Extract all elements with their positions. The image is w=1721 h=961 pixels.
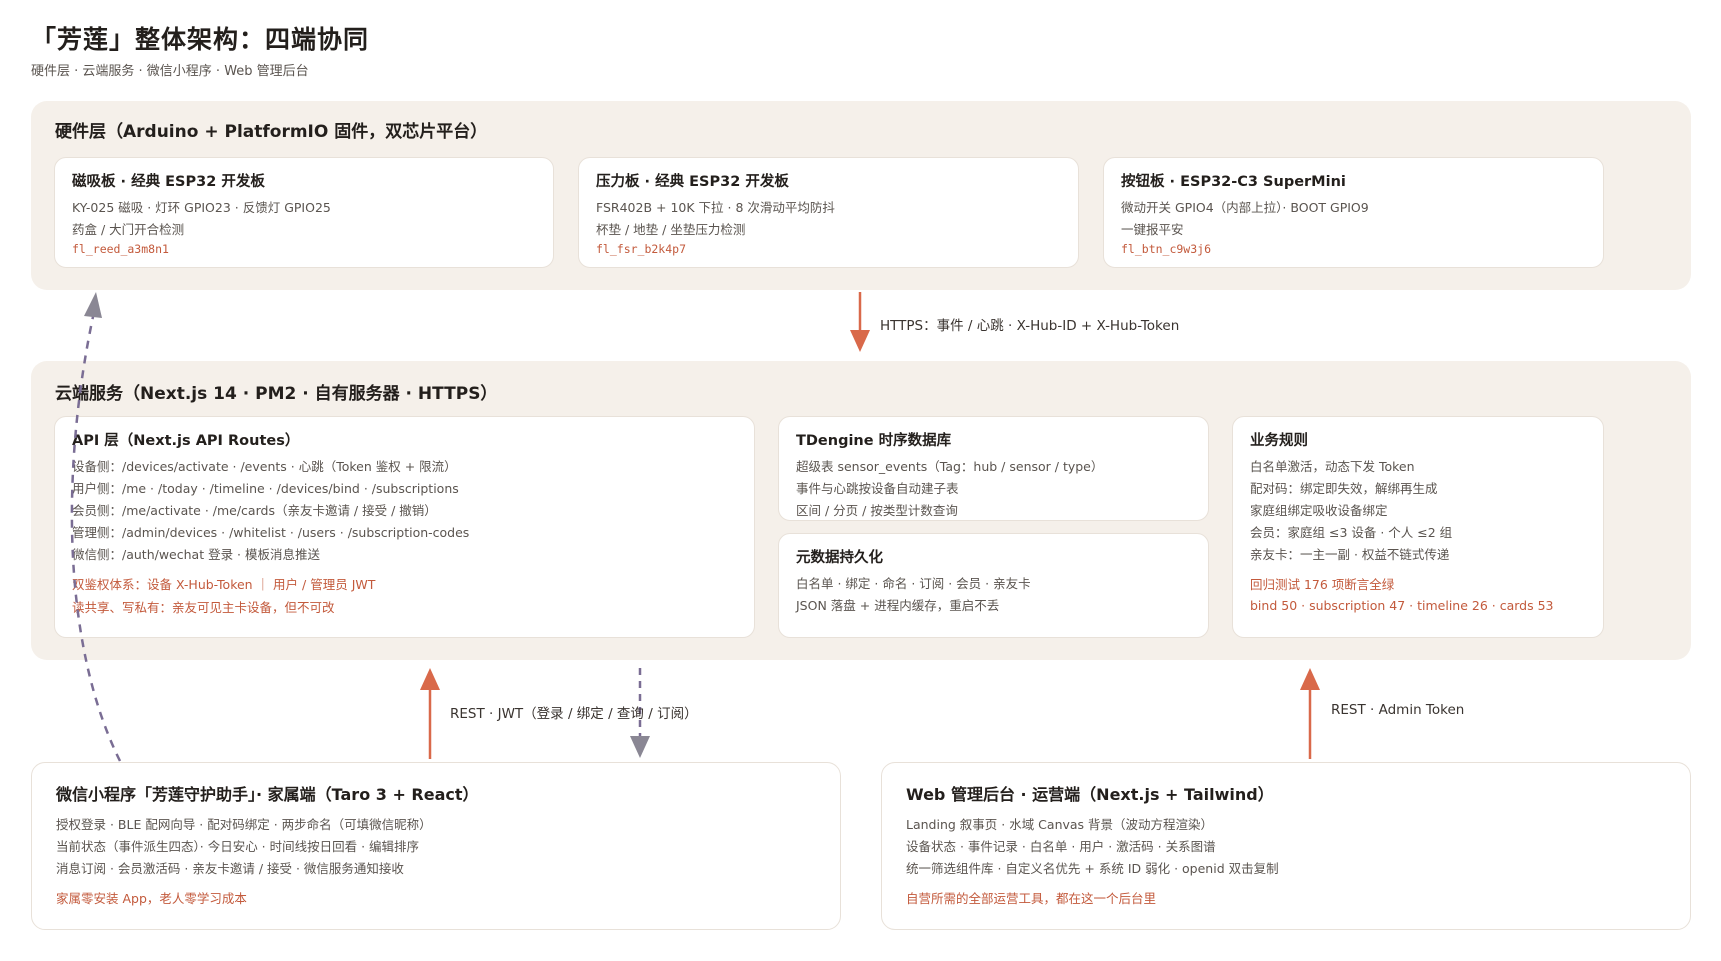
api-line-user: 用户侧：/me · /today · /timeline · /devices/… bbox=[72, 481, 459, 496]
miniprogram-line-3: 消息订阅 · 会员激活码 · 亲友卡邀请 / 接受 · 微信服务通知接收 bbox=[56, 861, 404, 876]
reed-board-id: fl_reed_a3m8n1 bbox=[72, 242, 169, 256]
rules-line-1: 白名单激活，动态下发 Token bbox=[1250, 459, 1415, 474]
rules-line-5: 亲友卡：一主一副 · 权益不链式传递 bbox=[1250, 547, 1450, 562]
api-note-auth: 双鉴权体系：设备 X-Hub-Token ｜ 用户 / 管理员 JWT bbox=[72, 577, 376, 592]
page-title: 「芳莲」整体架构：四端协同 bbox=[31, 25, 370, 54]
cloud-to-mini-arrowhead bbox=[630, 736, 650, 758]
reed-board-card: 磁吸板 · 经典 ESP32 开发板 KY-025 磁吸 · 灯环 GPIO23… bbox=[54, 157, 554, 268]
api-line-device: 设备侧：/devices/activate · /events · 心跳（Tok… bbox=[72, 459, 457, 474]
miniprogram-line-2: 当前状态（事件派生四态）· 今日安心 · 时间线按日回看 · 编辑排序 bbox=[56, 839, 420, 854]
tdengine-line-2: 事件与心跳按设备自动建子表 bbox=[796, 481, 959, 496]
rules-note-breakdown: bind 50 · subscription 47 · timeline 26 … bbox=[1250, 598, 1554, 613]
webadmin-line-2: 设备状态 · 事件记录 · 白名单 · 用户 · 激活码 · 关系图谱 bbox=[906, 839, 1216, 854]
button-board-line-1: 微动开关 GPIO4（内部上拉）· BOOT GPIO9 bbox=[1121, 200, 1369, 215]
business-rules-title: 业务规则 bbox=[1250, 433, 1308, 449]
webadmin-note: 自营所需的全部运营工具，都在这一个后台里 bbox=[906, 891, 1157, 906]
pressure-board-id: fl_fsr_b2k4p7 bbox=[596, 242, 687, 256]
metadata-line-1: 白名单 · 绑定 · 命名 · 订阅 · 会员 · 亲友卡 bbox=[796, 576, 1031, 591]
metadata-card: 元数据持久化 白名单 · 绑定 · 命名 · 订阅 · 会员 · 亲友卡 JSO… bbox=[778, 533, 1209, 638]
api-note-sharing: 读共享、写私有：亲友可见主卡设备，但不可改 bbox=[72, 600, 335, 615]
hw-to-cloud-label: HTTPS：事件 / 心跳 · X-Hub-ID + X-Hub-Token bbox=[880, 318, 1180, 334]
button-board-card: 按钮板 · ESP32-C3 SuperMini 微动开关 GPIO4（内部上拉… bbox=[1103, 157, 1604, 268]
webadmin-title: Web 管理后台 · 运营端（Next.js + Tailwind） bbox=[906, 785, 1274, 804]
page-subtitle: 硬件层 · 云端服务 · 微信小程序 · Web 管理后台 bbox=[31, 64, 309, 79]
web-to-cloud-arrowhead bbox=[1300, 668, 1320, 690]
cloud-layer-title: 云端服务（Next.js 14 · PM2 · 自有服务器 · HTTPS） bbox=[55, 384, 498, 404]
webadmin-line-3: 统一筛选组件库 · 自定义名优先 + 系统 ID 弱化 · openid 双击复… bbox=[906, 861, 1279, 876]
mini-to-hardware-arrowhead bbox=[84, 292, 102, 318]
api-line-member: 会员侧：/me/activate · /me/cards（亲友卡邀请 / 接受 … bbox=[72, 503, 437, 518]
pressure-board-line-2: 杯垫 / 地垫 / 坐垫压力检测 bbox=[596, 222, 746, 237]
tdengine-title: TDengine 时序数据库 bbox=[796, 433, 952, 449]
cloud-layer: 云端服务（Next.js 14 · PM2 · 自有服务器 · HTTPS） A… bbox=[31, 361, 1691, 660]
rules-line-3: 家庭组绑定吸收设备绑定 bbox=[1250, 503, 1388, 518]
miniprogram-line-1: 授权登录 · BLE 配网向导 · 配对码绑定 · 两步命名（可填微信昵称） bbox=[56, 817, 432, 832]
button-board-line-2: 一键报平安 bbox=[1121, 222, 1184, 237]
reed-board-line-2: 药盒 / 大门开合检测 bbox=[72, 222, 185, 237]
webadmin-line-1: Landing 叙事页 · 水域 Canvas 背景（波动方程渲染） bbox=[906, 817, 1214, 832]
pressure-board-card: 压力板 · 经典 ESP32 开发板 FSR402B + 10K 下拉 · 8 … bbox=[578, 157, 1079, 268]
mini-to-cloud-label: REST · JWT（登录 / 绑定 / 查询 / 订阅） bbox=[450, 706, 698, 722]
metadata-line-2: JSON 落盘 + 进程内缓存，重启不丢 bbox=[796, 598, 1000, 613]
business-rules-card: 业务规则 白名单激活，动态下发 Token 配对码：绑定即失效，解绑再生成 家庭… bbox=[1232, 416, 1604, 638]
metadata-title: 元数据持久化 bbox=[796, 550, 883, 566]
hw-to-cloud-arrowhead bbox=[850, 330, 870, 352]
web-to-cloud-label: REST · Admin Token bbox=[1331, 702, 1465, 718]
api-layer-title: API 层（Next.js API Routes） bbox=[72, 433, 300, 449]
reed-board-title: 磁吸板 · 经典 ESP32 开发板 bbox=[72, 174, 265, 190]
pressure-board-title: 压力板 · 经典 ESP32 开发板 bbox=[596, 174, 789, 190]
rules-note-tests: 回归测试 176 项断言全绿 bbox=[1250, 577, 1395, 592]
rules-line-4: 会员：家庭组 ≤3 设备 · 个人 ≤2 组 bbox=[1250, 525, 1453, 540]
button-board-title: 按钮板 · ESP32-C3 SuperMini bbox=[1121, 174, 1346, 190]
tdengine-card: TDengine 时序数据库 超级表 sensor_events（Tag：hub… bbox=[778, 416, 1209, 521]
api-layer-card: API 层（Next.js API Routes） 设备侧：/devices/a… bbox=[54, 416, 755, 638]
hardware-layer-title: 硬件层（Arduino + PlatformIO 固件，双芯片平台） bbox=[55, 122, 488, 142]
api-line-wechat: 微信侧：/auth/wechat 登录 · 模板消息推送 bbox=[72, 547, 320, 562]
tdengine-line-1: 超级表 sensor_events（Tag：hub / sensor / typ… bbox=[796, 459, 1104, 474]
miniprogram-title: 微信小程序「芳莲守护助手」· 家属端（Taro 3 + React） bbox=[56, 785, 479, 804]
button-board-id: fl_btn_c9w3j6 bbox=[1121, 242, 1212, 256]
pressure-board-line-1: FSR402B + 10K 下拉 · 8 次滑动平均防抖 bbox=[596, 200, 835, 215]
api-line-admin: 管理侧：/admin/devices · /whitelist · /users… bbox=[72, 525, 470, 540]
miniprogram-card: 微信小程序「芳莲守护助手」· 家属端（Taro 3 + React） 授权登录 … bbox=[31, 762, 841, 930]
reed-board-line-1: KY-025 磁吸 · 灯环 GPIO23 · 反馈灯 GPIO25 bbox=[72, 200, 331, 215]
hardware-layer: 硬件层（Arduino + PlatformIO 固件，双芯片平台） 磁吸板 ·… bbox=[31, 101, 1691, 290]
webadmin-card: Web 管理后台 · 运营端（Next.js + Tailwind） Landi… bbox=[881, 762, 1691, 930]
miniprogram-note: 家属零安装 App，老人零学习成本 bbox=[56, 891, 247, 906]
mini-to-cloud-arrowhead bbox=[420, 668, 440, 690]
tdengine-line-3: 区间 / 分页 / 按类型计数查询 bbox=[796, 503, 958, 518]
rules-line-2: 配对码：绑定即失效，解绑再生成 bbox=[1250, 481, 1438, 496]
